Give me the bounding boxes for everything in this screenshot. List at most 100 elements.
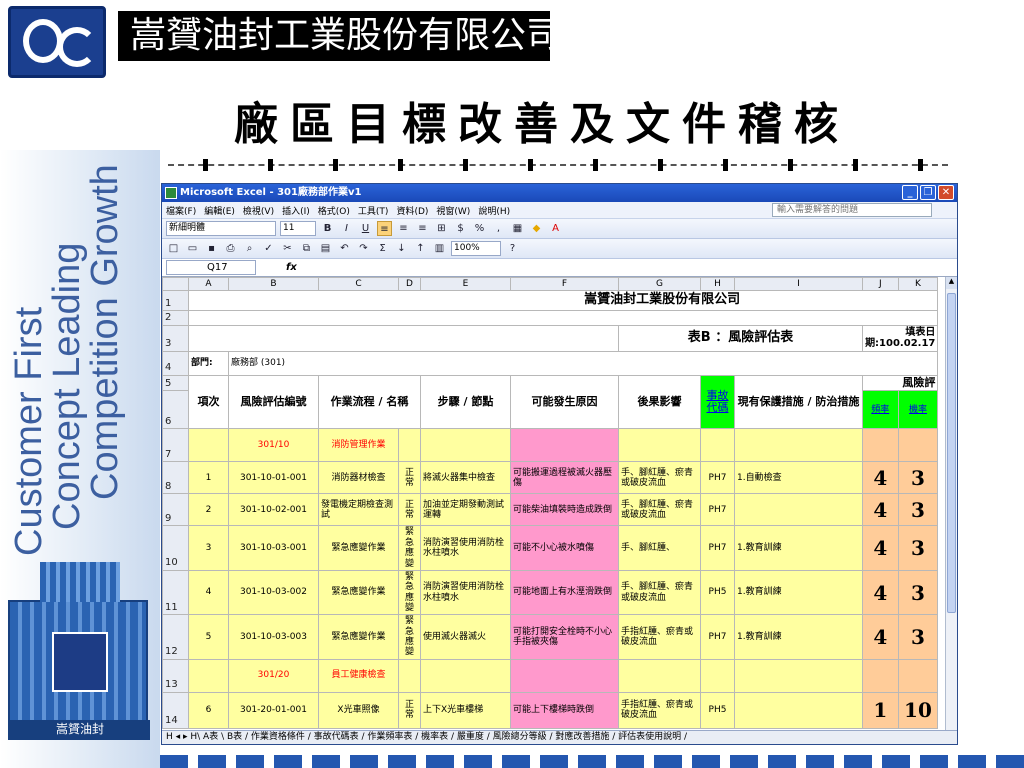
col-header[interactable]: F	[510, 276, 619, 292]
font-color-icon[interactable]: A	[548, 221, 563, 236]
group-name[interactable]: 消防管理作業	[318, 428, 399, 463]
vertical-scrollbar[interactable]: ▲	[945, 277, 957, 732]
align-center-icon[interactable]: ≡	[396, 221, 411, 236]
menu-view[interactable]: 檢視(V)	[243, 204, 274, 217]
menu-file[interactable]: 檔案(F)	[166, 204, 196, 217]
cell-cause[interactable]: 可能地面上有水溼滑跌倒	[510, 569, 619, 616]
cell-frequency[interactable]: 4	[862, 493, 899, 527]
align-right-icon[interactable]: ≡	[415, 221, 430, 236]
col-header[interactable]: H	[700, 276, 735, 292]
cell-step[interactable]: 消防演習使用消防栓水柱噴水	[420, 525, 511, 571]
col-header[interactable]: I	[734, 276, 863, 292]
menu-help[interactable]: 說明(H)	[478, 204, 510, 217]
cell[interactable]	[398, 658, 421, 693]
row-header[interactable]: 10	[162, 525, 189, 571]
cell-code[interactable]: 301-20-01-001	[228, 691, 319, 729]
save-icon[interactable]: ▪	[204, 241, 219, 256]
row-header[interactable]: 5	[162, 374, 189, 392]
cell-effect[interactable]: 手、腳紅腫、瘀青或破皮流血	[618, 461, 701, 495]
preview-icon[interactable]: ⌕	[242, 241, 257, 256]
group-name[interactable]: 員工健康檢查	[318, 658, 399, 693]
cell-effect[interactable]: 手、腳紅腫、瘀青或破皮流血	[618, 569, 701, 616]
dept-label[interactable]: 部門:	[188, 350, 229, 376]
cell[interactable]	[420, 658, 511, 693]
cell[interactable]	[862, 658, 899, 693]
row-header[interactable]: 9	[162, 493, 189, 527]
cell-measure[interactable]: 1.教育訓練	[734, 525, 863, 571]
excel-titlebar[interactable]: Microsoft Excel - 301廠務部作業v1 _ ❐ ✕	[162, 184, 957, 202]
cell[interactable]	[420, 428, 511, 463]
col-title-probability[interactable]: 機率	[897, 390, 939, 430]
sort-desc-icon[interactable]: ↑	[413, 241, 428, 256]
cell-measure[interactable]: 1.教育訓練	[734, 569, 863, 616]
scroll-up-icon[interactable]: ▲	[946, 277, 957, 289]
col-header[interactable]: C	[318, 276, 399, 292]
col-header[interactable]: J	[862, 276, 899, 292]
row-header[interactable]: 12	[162, 614, 189, 660]
cell-probability[interactable]: 10	[897, 691, 939, 729]
name-box[interactable]: Q17	[166, 260, 256, 275]
fill-color-icon[interactable]: ◆	[529, 221, 544, 236]
col-title-code[interactable]: 風險評估編號	[228, 374, 319, 430]
comma-icon[interactable]: ,	[491, 221, 506, 236]
col-header[interactable]: B	[228, 276, 319, 292]
fill-date[interactable]: 填表日期:100.02.17	[861, 324, 939, 352]
cut-icon[interactable]: ✂	[280, 241, 295, 256]
cell-frequency[interactable]: 4	[862, 614, 899, 660]
cell-process[interactable]: 發電機定期檢查測試	[318, 493, 399, 527]
cell-effect[interactable]: 手、腳紅腫、瘀青或破皮流血	[618, 493, 701, 527]
fx-icon[interactable]: fx	[286, 262, 297, 273]
cell-type[interactable]: 正常	[398, 691, 421, 729]
align-left-icon[interactable]: ≡	[377, 221, 392, 236]
cell-frequency[interactable]: 4	[862, 525, 899, 571]
minimize-button[interactable]: _	[902, 185, 918, 200]
cell[interactable]	[188, 324, 619, 352]
cell-code[interactable]: 301-10-03-002	[228, 569, 319, 616]
cell-cause[interactable]: 可能柴油填裝時造成跌倒	[510, 493, 619, 527]
maximize-button[interactable]: ❐	[920, 185, 936, 200]
cell-type[interactable]: 正常	[398, 461, 421, 495]
cell-item[interactable]: 1	[188, 461, 229, 495]
row-header[interactable]: 2	[162, 310, 189, 326]
cell[interactable]	[187, 310, 939, 326]
cell-process[interactable]: 緊急應變作業	[318, 569, 399, 616]
cell[interactable]	[510, 658, 619, 693]
col-header[interactable]: G	[618, 276, 701, 292]
cell[interactable]	[734, 658, 863, 693]
menu-tools[interactable]: 工具(T)	[358, 204, 389, 217]
underline-icon[interactable]: U	[358, 221, 373, 236]
cell-step[interactable]: 消防演習使用消防栓水柱噴水	[420, 569, 511, 616]
dept-value[interactable]: 廠務部 (301)	[227, 350, 939, 376]
row-header[interactable]: 7	[162, 428, 189, 463]
cell-cause[interactable]: 可能不小心被水噴傷	[510, 525, 619, 571]
currency-icon[interactable]: $	[453, 221, 468, 236]
paste-icon[interactable]: ▤	[318, 241, 333, 256]
cell-accident[interactable]: PH7	[700, 614, 735, 660]
chart-icon[interactable]: ▥	[432, 241, 447, 256]
menu-window[interactable]: 視窗(W)	[436, 204, 470, 217]
col-title-step[interactable]: 步驟 / 節點	[420, 374, 511, 430]
sort-asc-icon[interactable]: ↓	[394, 241, 409, 256]
cell-type[interactable]: 緊急應變	[398, 614, 421, 660]
col-header[interactable]: K	[897, 276, 939, 292]
cell[interactable]	[188, 428, 229, 463]
cell-probability[interactable]: 3	[897, 614, 939, 660]
cell-cause[interactable]: 可能搬運過程被滅火器壓傷	[510, 461, 619, 495]
cell-code[interactable]: 301-10-02-001	[228, 493, 319, 527]
cell-probability[interactable]: 3	[897, 461, 939, 495]
col-title-measure[interactable]: 現有保護措施 / 防治措施	[734, 374, 863, 430]
close-button[interactable]: ✕	[938, 185, 954, 200]
cell-type[interactable]: 正常	[398, 493, 421, 527]
sheet-company-title[interactable]: 嵩贇油封工業股份有限公司	[187, 290, 939, 312]
cell-measure[interactable]	[734, 691, 863, 729]
cell-accident[interactable]: PH7	[700, 461, 735, 495]
cell-process[interactable]: 緊急應變作業	[318, 525, 399, 571]
cell[interactable]	[897, 428, 939, 463]
col-title-process[interactable]: 作業流程 / 名稱	[318, 374, 421, 430]
menu-insert[interactable]: 插入(I)	[282, 204, 310, 217]
cell-accident[interactable]: PH7	[700, 525, 735, 571]
group-code[interactable]: 301/20	[228, 658, 319, 693]
row-header[interactable]: 6	[162, 390, 189, 430]
cell-type[interactable]: 緊急應變	[398, 525, 421, 571]
cell-code[interactable]: 301-10-01-001	[228, 461, 319, 495]
